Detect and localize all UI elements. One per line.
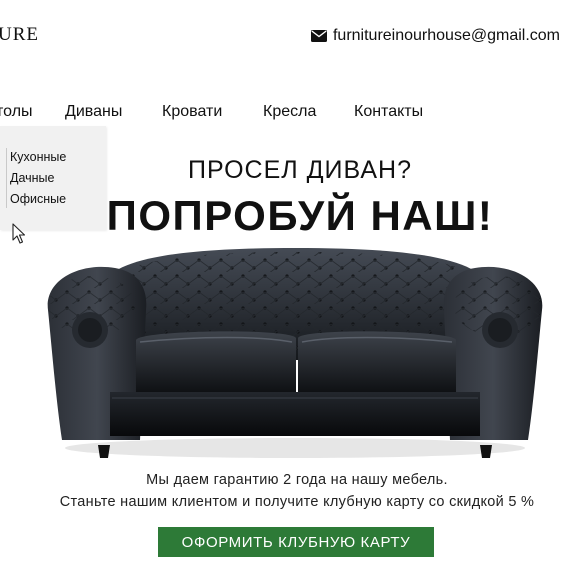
nav-item-sofas[interactable]: Диваны (65, 103, 122, 121)
landing-page: URE furnitureinourhouse@gmail.com толы Д… (0, 0, 572, 572)
warranty-text: Мы даем гарантию 2 года на нашу мебель. (146, 472, 448, 488)
club-card-button[interactable]: ОФОРМИТЬ КЛУБНУЮ КАРТУ (158, 527, 434, 557)
sofa-image (47, 248, 543, 458)
club-card-text: Станьте нашим клиентом и получите клубну… (59, 494, 535, 510)
nav-item-tables[interactable]: толы (0, 103, 33, 121)
email-text: furnitureinourhouse@gmail.com (332, 27, 560, 44)
nav-item-armchairs[interactable]: Кресла (263, 103, 316, 121)
site-logo[interactable]: URE (0, 24, 39, 46)
main-nav: толы Диваны Кровати Кресла Контакты (0, 103, 572, 127)
hero-title: ПОПРОБУЙ НАШ! (106, 192, 494, 239)
envelope-icon (310, 30, 327, 42)
hero-question: ПРОСЕЛ ДИВАН? (188, 156, 412, 184)
nav-item-beds[interactable]: Кровати (162, 103, 222, 121)
nav-item-contacts[interactable]: Контакты (354, 103, 423, 121)
contact-email[interactable]: furnitureinourhouse@gmail.com (310, 27, 560, 45)
